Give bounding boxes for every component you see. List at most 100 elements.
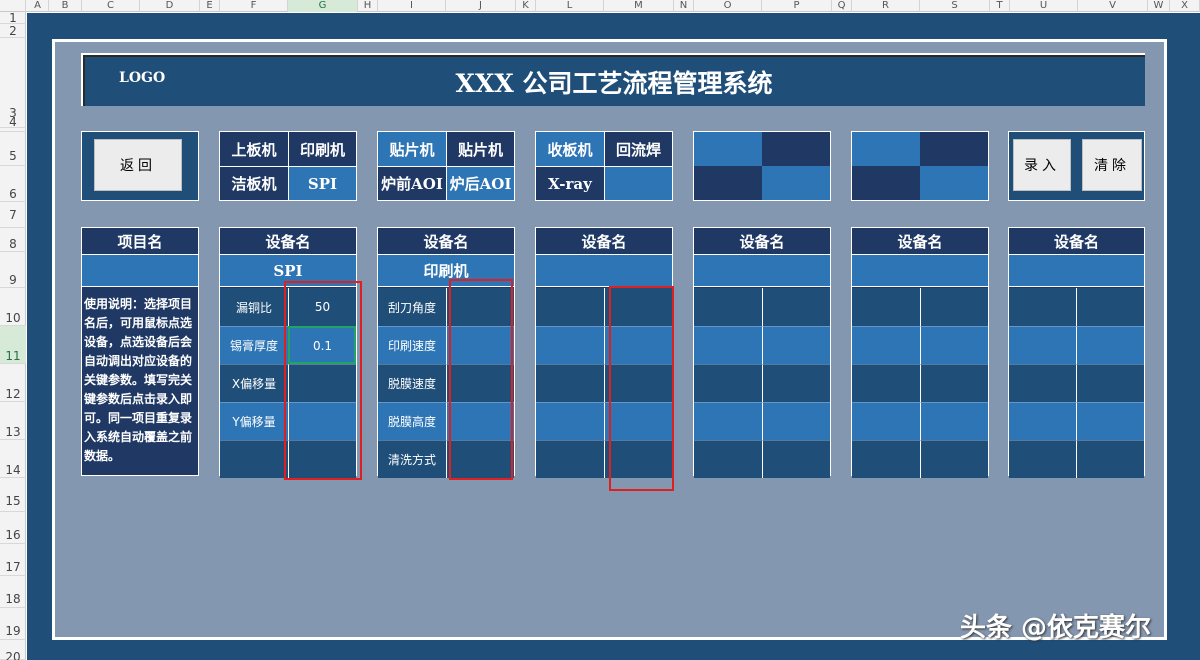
device-select-bottom-left[interactable]: 洁板机 <box>220 166 288 200</box>
param-value-cell[interactable] <box>762 402 830 440</box>
param-name-cell: 脱膜高度 <box>378 402 446 440</box>
row-header[interactable]: 1 <box>0 12 26 24</box>
device-select-empty[interactable] <box>694 132 762 166</box>
row-header[interactable]: 10 <box>0 288 26 326</box>
row-header[interactable]: 19 <box>0 608 26 640</box>
device-group-4 <box>693 131 831 201</box>
param-value-cell[interactable] <box>1076 440 1144 478</box>
param-name-cell <box>852 440 920 478</box>
device-select-bottom-right[interactable]: SPI <box>288 166 356 200</box>
device-select-bottom-left[interactable]: 炉前AOI <box>378 166 446 200</box>
device-group-1: 上板机 印刷机 洁板机 SPI <box>219 131 357 201</box>
column-header[interactable]: N <box>674 0 694 12</box>
column-header[interactable]: H <box>358 0 378 12</box>
column-header[interactable]: T <box>990 0 1010 12</box>
row-header[interactable]: 6 <box>0 166 26 202</box>
column-header[interactable]: C <box>82 0 140 12</box>
column-header[interactable]: E <box>200 0 220 12</box>
column-header[interactable]: U <box>1010 0 1078 12</box>
column-header-selected[interactable]: G <box>288 0 358 12</box>
device-select-top-right[interactable]: 贴片机 <box>446 132 514 166</box>
device-select-top-left[interactable]: 收板机 <box>536 132 604 166</box>
row-header[interactable]: 15 <box>0 478 26 512</box>
column-header[interactable]: R <box>852 0 920 12</box>
param-name-cell <box>694 288 762 326</box>
device-select-top-right[interactable]: 回流焊 <box>604 132 672 166</box>
project-heading: 项目名 <box>82 228 198 254</box>
param-value-cell[interactable] <box>1076 288 1144 326</box>
project-select-cell[interactable] <box>82 254 198 287</box>
param-name-cell <box>1009 440 1076 478</box>
row-header[interactable]: 9 <box>0 252 26 288</box>
clear-button[interactable]: 清除 <box>1082 139 1142 191</box>
device-select-empty[interactable] <box>762 166 830 200</box>
column-header[interactable]: B <box>49 0 82 12</box>
column-header[interactable]: K <box>516 0 536 12</box>
row-header[interactable]: 16 <box>0 512 26 544</box>
param-value-cell[interactable] <box>920 402 988 440</box>
row-header[interactable]: 2 <box>0 24 26 38</box>
row-header[interactable]: 5 <box>0 132 26 166</box>
param-value-cell[interactable] <box>762 440 830 478</box>
row-header[interactable]: 14 <box>0 440 26 478</box>
column-header[interactable]: P <box>762 0 832 12</box>
device-panel-heading: 设备名 <box>852 228 988 254</box>
param-value-cell[interactable] <box>762 326 830 364</box>
param-value-cell[interactable] <box>920 364 988 402</box>
device-panel-heading: 设备名 <box>378 228 514 254</box>
device-select-top-left[interactable]: 上板机 <box>220 132 288 166</box>
param-value-cell[interactable] <box>920 326 988 364</box>
param-name-cell <box>694 440 762 478</box>
row-header-selected[interactable]: 11 <box>0 326 26 364</box>
device-select-bottom-right[interactable] <box>604 166 672 200</box>
param-value-cell[interactable] <box>1076 402 1144 440</box>
column-header[interactable]: L <box>536 0 604 12</box>
device-group-2: 贴片机 贴片机 炉前AOI 炉后AOI <box>377 131 515 201</box>
param-value-cell[interactable] <box>1076 364 1144 402</box>
device-panel-heading: 设备名 <box>536 228 672 254</box>
device-select-bottom-left[interactable]: X-ray <box>536 166 604 200</box>
row-header[interactable]: 7 <box>0 202 26 228</box>
back-button[interactable]: 返回 <box>94 139 182 191</box>
device-select-top-left[interactable]: 贴片机 <box>378 132 446 166</box>
param-value-cell[interactable] <box>762 364 830 402</box>
device-select-empty[interactable] <box>762 132 830 166</box>
column-header[interactable]: V <box>1078 0 1148 12</box>
device-select-empty[interactable] <box>852 132 920 166</box>
device-select-top-right[interactable]: 印刷机 <box>288 132 356 166</box>
device-name-cell[interactable] <box>1009 254 1144 287</box>
row-header[interactable]: 13 <box>0 402 26 440</box>
row-header[interactable]: 8 <box>0 228 26 252</box>
device-name-cell[interactable] <box>852 254 988 287</box>
device-select-bottom-right[interactable]: 炉后AOI <box>446 166 514 200</box>
device-select-empty[interactable] <box>852 166 920 200</box>
instructions-text: 使用说明：选择项目名后，可用鼠标点选设备，点选设备后会自动调出对应设备的关键参数… <box>84 297 193 463</box>
row-header[interactable]: 12 <box>0 364 26 402</box>
column-header[interactable]: D <box>140 0 200 12</box>
column-header[interactable]: M <box>604 0 674 12</box>
row-header[interactable]: 18 <box>0 576 26 608</box>
row-header[interactable]: 17 <box>0 544 26 576</box>
device-select-empty[interactable] <box>694 166 762 200</box>
param-value-cell[interactable] <box>920 440 988 478</box>
device-select-empty[interactable] <box>920 166 988 200</box>
column-header[interactable]: O <box>694 0 762 12</box>
column-header[interactable]: Q <box>832 0 852 12</box>
param-value-cell[interactable] <box>762 288 830 326</box>
column-header[interactable]: S <box>920 0 990 12</box>
row-header[interactable]: 4 <box>0 112 26 132</box>
column-header[interactable]: I <box>378 0 446 12</box>
param-value-cell[interactable] <box>920 288 988 326</box>
column-header[interactable]: W <box>1148 0 1170 12</box>
column-header[interactable]: X <box>1170 0 1200 12</box>
row-header[interactable]: 20 <box>0 640 26 660</box>
enter-button[interactable]: 录入 <box>1013 139 1071 191</box>
column-header[interactable]: J <box>446 0 516 12</box>
column-header[interactable]: F <box>220 0 288 12</box>
device-name-cell[interactable] <box>536 254 672 287</box>
column-header[interactable]: A <box>27 0 49 12</box>
param-name-cell <box>536 364 604 402</box>
param-value-cell[interactable] <box>1076 326 1144 364</box>
device-name-cell[interactable] <box>694 254 830 287</box>
device-select-empty[interactable] <box>920 132 988 166</box>
